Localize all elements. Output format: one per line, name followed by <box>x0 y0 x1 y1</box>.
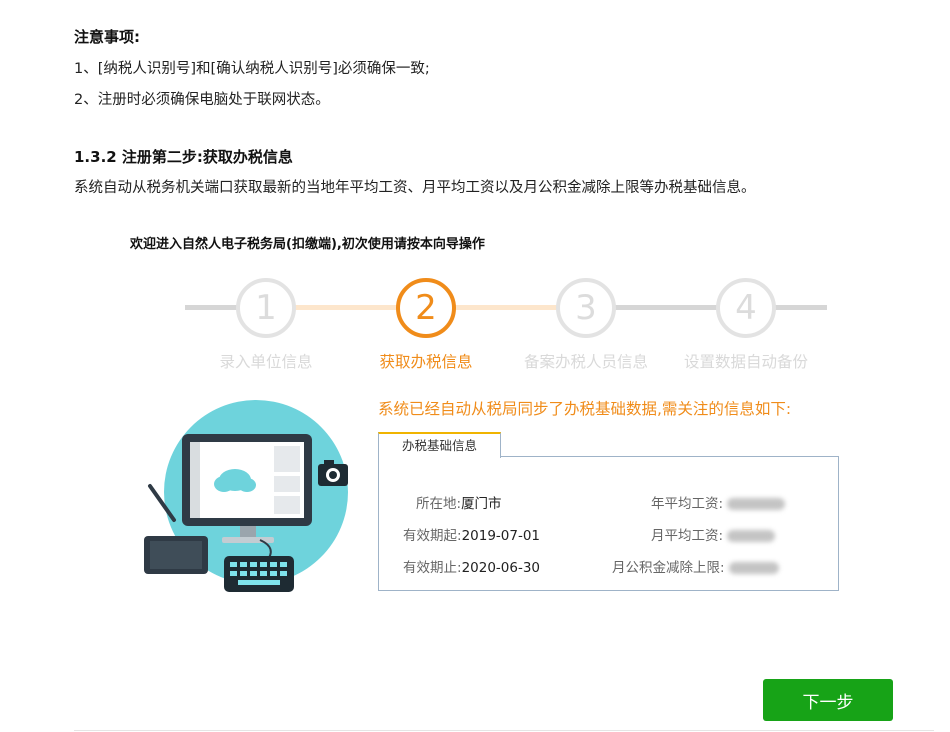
note-line-1: 1、[纳税人识别号]和[确认纳税人识别号]必须确保一致; <box>74 61 430 77</box>
valid-from-row: 有效期起:2019-07-01 <box>403 524 540 544</box>
step-line-right <box>772 305 827 310</box>
section-description: 系统自动从税务机关端口获取最新的当地年平均工资、月平均工资以及月公积金减除上限等… <box>74 180 756 196</box>
notes-title: 注意事项: <box>74 28 140 46</box>
fund-limit-label: 月公积金减除上限: <box>612 560 725 576</box>
info-tab[interactable]: 办税基础信息 <box>378 432 501 458</box>
step-line-3-4 <box>612 305 720 310</box>
monthly-wage-label: 月平均工资: <box>651 528 724 544</box>
step-4-circle: 4 <box>716 278 776 338</box>
bottom-divider <box>74 730 934 731</box>
location-label: 所在地: <box>416 496 462 512</box>
valid-from-value: 2019-07-01 <box>461 528 541 544</box>
annual-wage-redacted <box>727 498 786 510</box>
next-step-button[interactable]: 下一步 <box>763 679 893 721</box>
step-2-label: 获取办税信息 <box>379 353 473 371</box>
wizard-welcome-text: 欢迎进入自然人电子税务局(扣缴端),初次使用请按本向导操作 <box>130 237 485 252</box>
step-line-1-2 <box>292 305 400 310</box>
computer-illustration <box>144 400 348 592</box>
section-title: 1.3.2 注册第二步:获取办税信息 <box>74 148 293 166</box>
step-3-circle: 3 <box>556 278 616 338</box>
monthly-wage-redacted <box>727 530 776 542</box>
valid-to-row: 有效期止:2020-06-30 <box>403 556 540 576</box>
step-1-label: 录入单位信息 <box>219 353 313 371</box>
fund-limit-redacted <box>728 562 779 574</box>
step-4-label: 设置数据自动备份 <box>683 353 808 371</box>
valid-from-label: 有效期起: <box>403 528 462 544</box>
annual-wage-row: 年平均工资: <box>651 492 786 512</box>
monthly-wage-row: 月平均工资: <box>651 524 776 544</box>
step-1-circle: 1 <box>236 278 296 338</box>
step-line-2-3 <box>452 305 560 310</box>
valid-to-value: 2020-06-30 <box>461 560 541 576</box>
note-line-2: 2、注册时必须确保电脑处于联网状态。 <box>74 92 330 108</box>
sync-message: 系统已经自动从税局同步了办税基础数据,需关注的信息如下: <box>378 400 792 418</box>
location-row: 所在地:厦门市 <box>416 492 502 512</box>
valid-to-label: 有效期止: <box>403 560 462 576</box>
step-2-circle: 2 <box>396 278 456 338</box>
step-3-label: 备案办税人员信息 <box>523 353 648 371</box>
location-value: 厦门市 <box>461 496 502 512</box>
annual-wage-label: 年平均工资: <box>651 496 724 512</box>
step-line-left <box>185 305 240 310</box>
fund-limit-row: 月公积金减除上限: <box>612 556 779 576</box>
